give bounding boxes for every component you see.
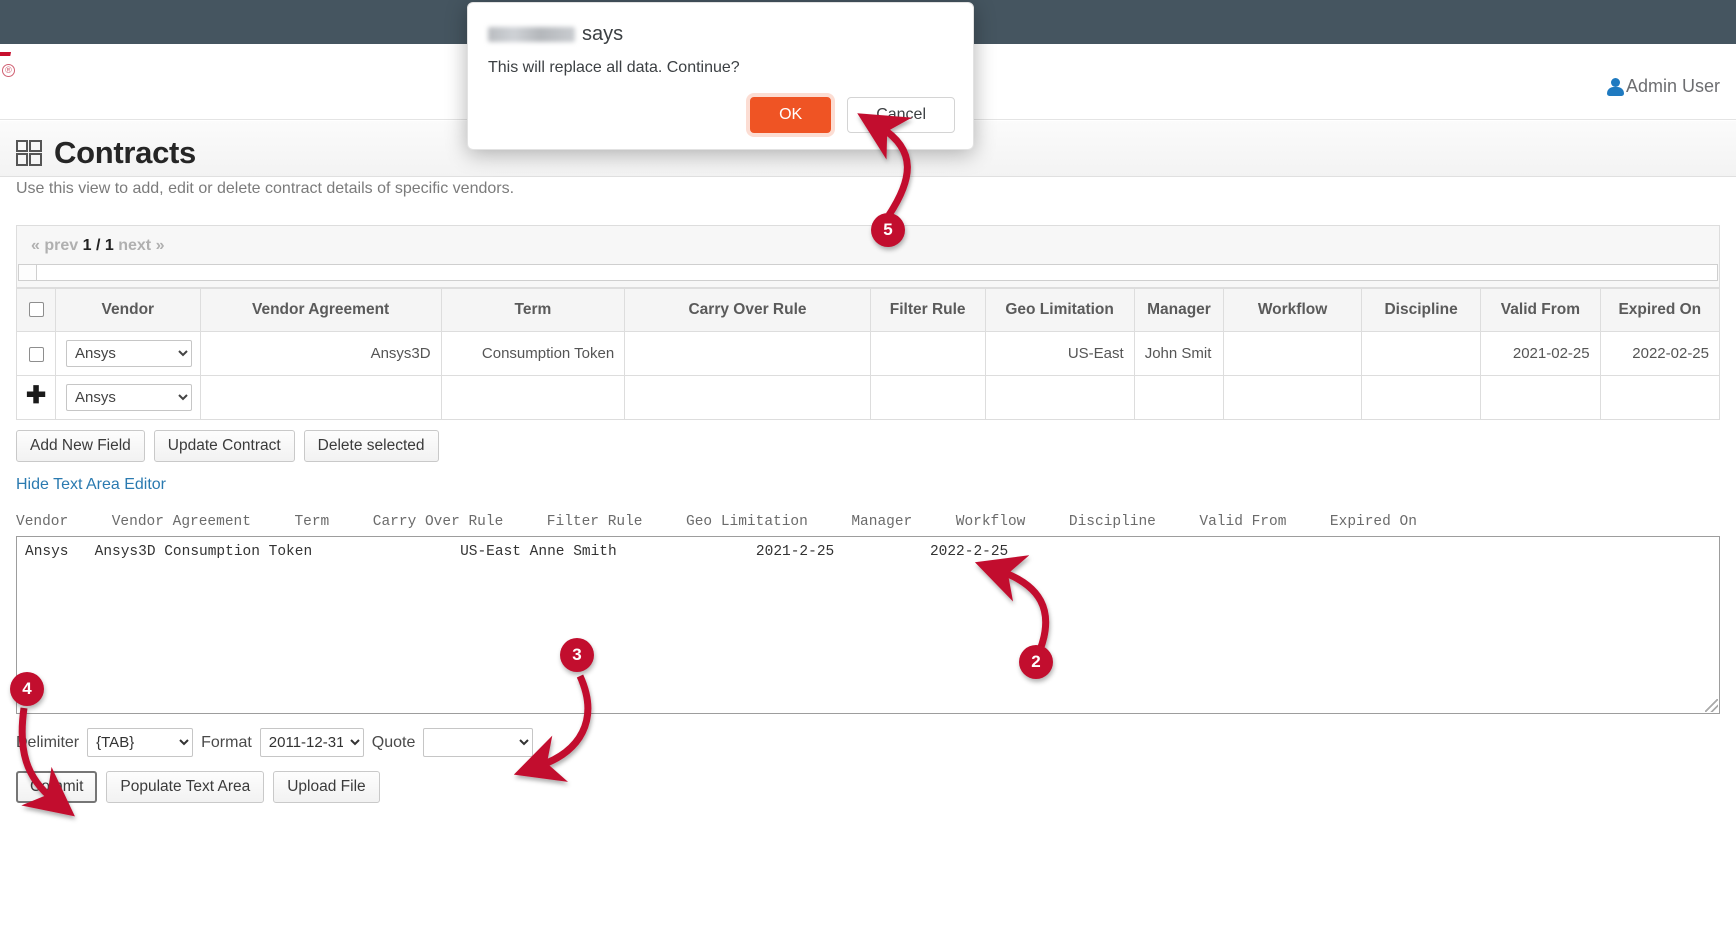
page-subtitle: Use this view to add, edit or delete con… [16, 180, 514, 198]
vendor-select-new[interactable]: Ansys [66, 384, 192, 411]
table-header-row: Vendor Vendor Agreement Term Carry Over … [17, 289, 1720, 332]
column-header-expired-on[interactable]: Expired On [1600, 289, 1719, 332]
editor-options-row: Delimiter {TAB} Format 2011-12-31 Quote [16, 728, 1720, 757]
column-header-filter-rule[interactable]: Filter Rule [870, 289, 985, 332]
quote-select[interactable] [423, 728, 533, 757]
annotation-badge-5: 5 [871, 213, 905, 247]
cell-expired-on-new[interactable] [1600, 376, 1719, 420]
registered-trademark-icon: ® [2, 64, 15, 77]
table-row: Ansys Ansys3D Consumption Token US-East … [17, 332, 1720, 376]
text-editor-column-header: Vendor Vendor Agreement Term Carry Over … [16, 514, 1720, 530]
cell-term[interactable]: Consumption Token [441, 332, 625, 376]
update-contract-button[interactable]: Update Contract [154, 430, 295, 462]
pagination-next[interactable]: next » [118, 237, 164, 254]
column-header-vendor[interactable]: Vendor [56, 289, 201, 332]
cell-workflow[interactable] [1224, 332, 1362, 376]
cell-manager-new[interactable] [1134, 376, 1224, 420]
cell-vendor-agreement-new[interactable] [200, 376, 441, 420]
pagination-prev[interactable]: « prev [31, 237, 78, 254]
pagination-separator: / [96, 237, 100, 254]
column-header-discipline[interactable]: Discipline [1361, 289, 1480, 332]
delimiter-label: Delimiter [16, 734, 79, 752]
dialog-ok-button[interactable]: OK [750, 97, 831, 133]
column-header-carry-over-rule[interactable]: Carry Over Rule [625, 289, 871, 332]
text-area-editor[interactable]: Ansys Ansys3D Consumption Token US-East … [16, 536, 1720, 714]
column-header-geo-limitation[interactable]: Geo Limitation [985, 289, 1134, 332]
dialog-title: says [488, 23, 623, 46]
cell-vendor-new: Ansys [56, 376, 201, 420]
format-select[interactable]: 2011-12-31 [260, 728, 364, 757]
dialog-cancel-button[interactable]: Cancel [847, 97, 955, 133]
cell-valid-from[interactable]: 2021-02-25 [1481, 332, 1600, 376]
delimiter-select[interactable]: {TAB} [87, 728, 193, 757]
cell-vendor-agreement[interactable]: Ansys3D [200, 332, 441, 376]
column-header-vendor-agreement[interactable]: Vendor Agreement [200, 289, 441, 332]
annotation-badge-4: 4 [10, 672, 44, 706]
annotation-badge-2: 2 [1019, 645, 1053, 679]
text-area-editor-toggle-row: Hide Text Area Editor [16, 476, 1720, 494]
cell-expired-on[interactable]: 2022-02-25 [1600, 332, 1719, 376]
column-header-term[interactable]: Term [441, 289, 625, 332]
brand-logo[interactable]: T ® [0, 52, 44, 98]
text-area-content: Ansys Ansys3D Consumption Token US-East … [25, 544, 1008, 560]
horizontal-scrollbar[interactable] [18, 264, 1718, 281]
cell-carry-over-rule[interactable] [625, 332, 871, 376]
cell-discipline[interactable] [1361, 332, 1480, 376]
cell-filter-rule[interactable] [870, 332, 985, 376]
cell-term-new[interactable] [441, 376, 625, 420]
bottom-action-buttons: Commit Populate Text Area Upload File [16, 771, 1720, 803]
hide-text-area-editor-link[interactable]: Hide Text Area Editor [16, 476, 166, 493]
user-name-label: Admin User [1626, 76, 1720, 97]
cell-workflow-new[interactable] [1224, 376, 1362, 420]
quote-label: Quote [372, 734, 416, 752]
select-all-header [17, 289, 56, 332]
cell-vendor: Ansys [56, 332, 201, 376]
pagination: « prev 1 / 1 next » [31, 237, 1705, 255]
scrollbar-thumb[interactable] [19, 265, 37, 280]
page-title: Contracts [54, 135, 196, 171]
dialog-buttons: OK Cancel [750, 97, 955, 133]
table-scroll-area [16, 264, 1720, 288]
cell-valid-from-new[interactable] [1481, 376, 1600, 420]
upload-file-button[interactable]: Upload File [273, 771, 379, 803]
delete-selected-button[interactable]: Delete selected [304, 430, 439, 462]
page-title-row: Contracts [16, 135, 196, 171]
column-header-manager[interactable]: Manager [1134, 289, 1224, 332]
grid-icon [16, 140, 42, 166]
app-window: T ® Admin User Contracts Use this view t… [0, 0, 1736, 940]
populate-text-area-button[interactable]: Populate Text Area [106, 771, 264, 803]
select-all-checkbox[interactable] [29, 302, 44, 317]
main-content: « prev 1 / 1 next » [0, 225, 1736, 803]
cell-geo-limitation-new[interactable] [985, 376, 1134, 420]
column-header-valid-from[interactable]: Valid From [1481, 289, 1600, 332]
cell-filter-rule-new[interactable] [870, 376, 985, 420]
cell-carry-over-rule-new[interactable] [625, 376, 871, 420]
resize-grip-icon[interactable] [1705, 699, 1718, 712]
table-row-new: ✚ Ansys [17, 376, 1720, 420]
person-icon [1607, 77, 1624, 96]
column-header-workflow[interactable]: Workflow [1224, 289, 1362, 332]
cell-manager[interactable]: John Smit [1134, 332, 1224, 376]
contracts-table: Vendor Vendor Agreement Term Carry Over … [16, 288, 1720, 420]
add-new-field-button[interactable]: Add New Field [16, 430, 145, 462]
pagination-total: 1 [105, 237, 114, 254]
confirm-dialog: says This will replace all data. Continu… [467, 2, 974, 150]
row-select-cell [17, 332, 56, 376]
cell-discipline-new[interactable] [1361, 376, 1480, 420]
table-action-buttons: Add New Field Update Contract Delete sel… [16, 430, 1720, 462]
format-label: Format [201, 734, 252, 752]
dialog-host-redacted [488, 27, 575, 42]
add-row-cell: ✚ [17, 376, 56, 420]
commit-button[interactable]: Commit [16, 771, 97, 803]
pagination-current: 1 [83, 237, 92, 254]
add-row-icon[interactable]: ✚ [26, 388, 46, 404]
annotation-badge-3: 3 [560, 638, 594, 672]
pagination-panel: « prev 1 / 1 next » [16, 225, 1720, 264]
dialog-says-label: says [582, 23, 623, 46]
cell-geo-limitation[interactable]: US-East [985, 332, 1134, 376]
user-menu[interactable]: Admin User [1607, 76, 1720, 97]
dialog-message: This will replace all data. Continue? [488, 59, 740, 77]
vendor-select[interactable]: Ansys [66, 340, 192, 367]
row-checkbox[interactable] [29, 347, 44, 362]
